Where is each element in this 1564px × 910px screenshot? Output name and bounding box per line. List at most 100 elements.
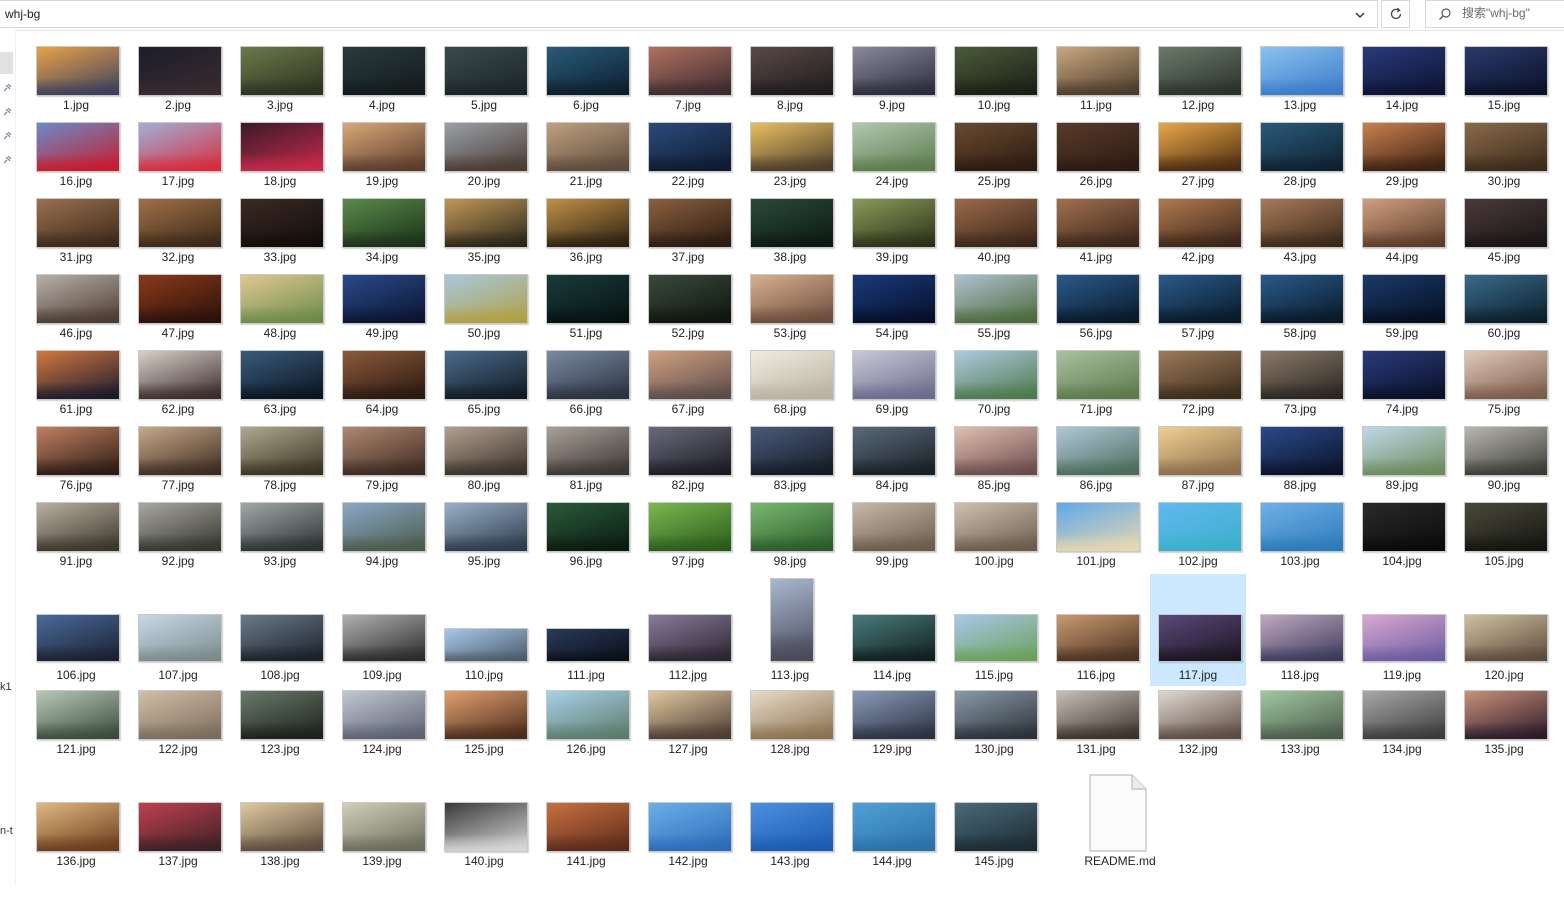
file-item[interactable]: 123.jpg (232, 686, 328, 798)
thumbnail-detail (649, 154, 731, 171)
file-item[interactable]: 113.jpg (742, 574, 838, 686)
file-name: 59.jpg (1385, 326, 1419, 340)
file-item[interactable]: 128.jpg (742, 686, 838, 798)
thumbnail-detail (37, 306, 119, 323)
image-thumbnail (342, 198, 426, 248)
image-thumbnail (1260, 46, 1344, 96)
file-name: 130.jpg (974, 742, 1014, 756)
thumbnail-detail (1363, 722, 1445, 739)
file-item[interactable]: README.md (1048, 774, 1156, 910)
thumbnail-detail (241, 78, 323, 95)
thumbnail-detail (751, 722, 833, 739)
thumbnail-detail (343, 722, 425, 739)
file-item[interactable]: 126.jpg (538, 686, 634, 798)
thumbnail-detail (547, 834, 629, 851)
thumbnail-detail (37, 78, 119, 95)
file-item[interactable]: 107.jpg (130, 574, 226, 686)
file-item[interactable]: 122.jpg (130, 686, 226, 798)
file-item[interactable]: 145.jpg (946, 798, 1042, 910)
file-name: 132.jpg (1178, 742, 1218, 756)
thumbnail-detail (1363, 230, 1445, 247)
image-thumbnail (36, 350, 120, 400)
file-item[interactable]: 132.jpg (1150, 686, 1246, 798)
image-thumbnail (1158, 502, 1242, 552)
file-item[interactable]: 136.jpg (28, 798, 124, 910)
thumbnail-detail (241, 458, 323, 475)
file-item[interactable]: 110.jpg (436, 574, 532, 686)
file-item[interactable]: 109.jpg (334, 574, 430, 686)
thumbnail-detail (1261, 458, 1343, 475)
thumbnail-detail (751, 382, 833, 399)
file-item[interactable]: 121.jpg (28, 686, 124, 798)
file-name: 41.jpg (1079, 250, 1113, 264)
file-item[interactable]: 130.jpg (946, 686, 1042, 798)
file-item[interactable]: 112.jpg (640, 574, 736, 686)
file-item[interactable]: 142.jpg (640, 798, 736, 910)
image-thumbnail (1158, 198, 1242, 248)
thumbnail-detail (1465, 306, 1547, 323)
image-thumbnail (750, 802, 834, 852)
file-item[interactable]: 115.jpg (946, 574, 1042, 686)
file-name: 29.jpg (1385, 174, 1419, 188)
thumbnail-detail (1057, 306, 1139, 323)
thumbnail-detail (37, 645, 119, 661)
image-thumbnail (342, 274, 426, 324)
file-item[interactable]: 124.jpg (334, 686, 430, 798)
file-item[interactable]: 141.jpg (538, 798, 634, 910)
thumbnail-detail (853, 306, 935, 323)
thumbnail-detail (445, 382, 527, 399)
image-thumbnail (546, 122, 630, 172)
file-item[interactable]: 114.jpg (844, 574, 940, 686)
file-item[interactable]: 120.jpg (1456, 574, 1552, 686)
thumbnail-detail (1057, 645, 1139, 661)
file-item[interactable]: 144.jpg (844, 798, 940, 910)
image-thumbnail (1464, 46, 1548, 96)
file-name: 109.jpg (362, 668, 402, 682)
file-item[interactable]: 133.jpg (1252, 686, 1348, 798)
file-name: 67.jpg (671, 402, 705, 416)
file-item[interactable]: 140.jpg (436, 798, 532, 910)
image-thumbnail (138, 802, 222, 852)
file-item[interactable]: 138.jpg (232, 798, 328, 910)
image-thumbnail (1464, 198, 1548, 248)
thumbnail-detail (1159, 230, 1241, 247)
file-name: 86.jpg (1079, 478, 1113, 492)
file-item[interactable]: 134.jpg (1354, 686, 1450, 798)
file-item[interactable]: 143.jpg (742, 798, 838, 910)
image-thumbnail (36, 198, 120, 248)
file-name: 5.jpg (470, 98, 498, 112)
file-item[interactable]: 139.jpg (334, 798, 430, 910)
thumbnail-detail (445, 306, 527, 323)
thumbnail-detail (1057, 78, 1139, 95)
image-thumbnail (1464, 122, 1548, 172)
thumbnail-detail (547, 534, 629, 551)
file-item[interactable]: 117.jpg (1150, 574, 1246, 686)
file-item[interactable]: 118.jpg (1252, 574, 1348, 686)
file-item[interactable]: 129.jpg (844, 686, 940, 798)
file-item[interactable]: 127.jpg (640, 686, 736, 798)
file-name: 24.jpg (875, 174, 909, 188)
thumbnail-detail (1159, 78, 1241, 95)
thumbnail-detail (37, 230, 119, 247)
file-item[interactable]: 135.jpg (1456, 686, 1552, 798)
file-item[interactable]: 116.jpg (1048, 574, 1144, 686)
thumbnail-detail (1363, 382, 1445, 399)
image-thumbnail (954, 350, 1038, 400)
file-name: 65.jpg (467, 402, 501, 416)
thumbnail-detail (139, 645, 221, 661)
thumbnail-detail (1159, 306, 1241, 323)
file-item[interactable]: 108.jpg (232, 574, 328, 686)
file-name: 118.jpg (1280, 668, 1320, 682)
file-name: 77.jpg (161, 478, 195, 492)
image-thumbnail (1260, 122, 1344, 172)
file-item[interactable]: 125.jpg (436, 686, 532, 798)
image-thumbnail (240, 198, 324, 248)
image-thumbnail (648, 502, 732, 552)
file-item[interactable]: 119.jpg (1354, 574, 1450, 686)
file-item[interactable]: 111.jpg (538, 574, 634, 686)
file-name: 106.jpg (56, 668, 96, 682)
file-item[interactable]: 106.jpg (28, 574, 124, 686)
file-item[interactable]: 137.jpg (130, 798, 226, 910)
image-thumbnail (546, 802, 630, 852)
file-name: 128.jpg (770, 742, 810, 756)
